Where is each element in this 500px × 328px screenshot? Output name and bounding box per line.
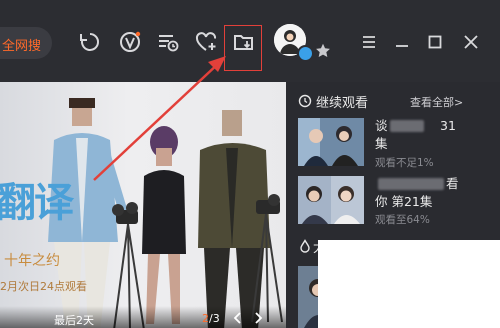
banner-camera-2 <box>251 194 283 323</box>
search-button[interactable]: 全网搜 <box>0 27 52 59</box>
blank-overlay <box>318 240 500 328</box>
playlist-icon[interactable] <box>156 30 180 54</box>
banner-title: 翻译 <box>0 179 74 226</box>
episode-title-line2[interactable]: 集 <box>375 135 388 153</box>
maximize-icon[interactable] <box>426 33 444 51</box>
banner-caption: 最后2天 <box>54 314 94 327</box>
favorite-icon[interactable] <box>194 30 218 54</box>
close-icon[interactable] <box>462 33 480 51</box>
pager-next-icon[interactable] <box>252 311 264 325</box>
menu-icon[interactable] <box>360 33 378 51</box>
episode-progress: 观看至64% <box>375 214 430 226</box>
episode-title-line2[interactable]: 你 第21集 <box>375 193 432 211</box>
pager-current: 2 <box>202 312 209 325</box>
search-label: 全网搜 <box>2 39 42 54</box>
redacted-text <box>390 120 424 132</box>
redacted-text <box>378 178 444 190</box>
vip-icon[interactable] <box>118 30 142 54</box>
pager-total: /3 <box>209 312 220 325</box>
continue-watching-title: 继续观看 <box>316 96 369 111</box>
level-star-icon <box>314 42 332 60</box>
banner-air-info: 2月次日24点观看 <box>0 280 87 293</box>
episode-title-part[interactable]: 谈 <box>375 117 388 135</box>
drop-icon <box>298 238 312 253</box>
pager-prev-icon[interactable] <box>232 311 244 325</box>
history-icon[interactable] <box>78 30 102 54</box>
see-all-link[interactable]: 查看全部> <box>410 94 463 110</box>
minimize-icon[interactable] <box>393 33 411 51</box>
user-badge-icon <box>297 45 314 62</box>
episode-number[interactable]: 31 <box>440 117 456 135</box>
annotation-highlight-box <box>224 25 262 71</box>
episode-title-part[interactable]: 看 <box>446 175 459 193</box>
episode-thumbnail[interactable] <box>298 118 364 166</box>
episode-progress: 观看不足1% <box>375 157 434 169</box>
banner-pager: 2/3 <box>202 312 220 325</box>
history-clock-icon <box>298 93 312 108</box>
featured-banner[interactable]: 翻译 十年之约 2月次日24点观看 <box>0 82 286 328</box>
banner-tagline: 十年之约 <box>4 253 60 269</box>
episode-thumbnail[interactable] <box>298 176 364 224</box>
